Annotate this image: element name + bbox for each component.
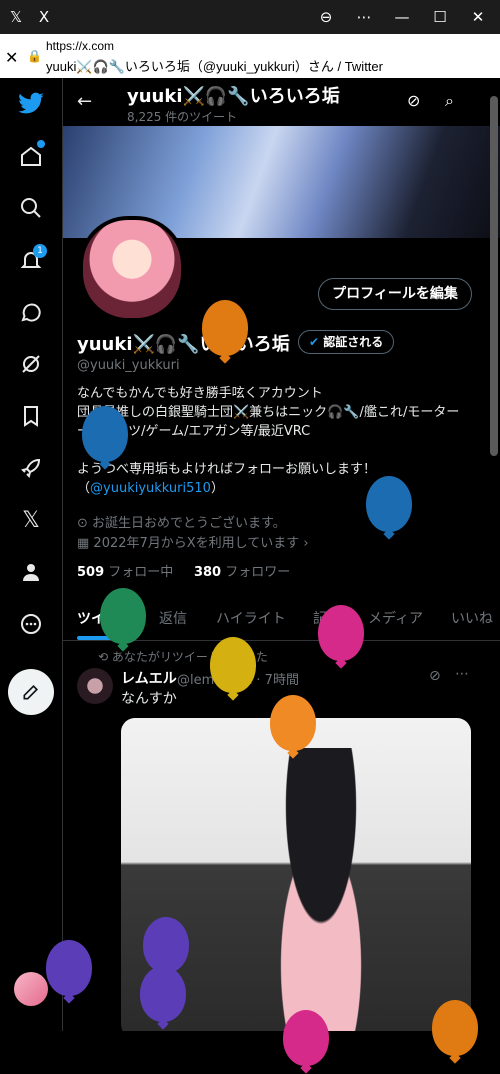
tweet-more-icon[interactable]: ⋯ [455, 666, 469, 682]
verified-label: 認証される [323, 335, 384, 349]
edit-profile-button[interactable]: プロフィールを編集 [318, 278, 472, 310]
bio-line: ようつべ専用垢もよければフォローお願いします！ [77, 462, 377, 477]
following-link[interactable]: 509 フォロー中 [77, 565, 173, 580]
tweet-text: なんすか [121, 691, 177, 707]
profile-avatar[interactable] [79, 216, 185, 322]
maximize-button[interactable]: ☐ [428, 5, 452, 29]
lock-icon: 🔒 [27, 49, 42, 63]
close-button[interactable]: ✕ [466, 5, 490, 29]
profile-handle: @yuuki_yukkuri [77, 358, 180, 373]
tweet-author-name[interactable]: レムエル [121, 668, 177, 688]
zoom-icon[interactable]: ⊖ [314, 5, 338, 29]
balloon-decoration [270, 695, 316, 751]
bio-line: なんでもかんでも好き勝手呟くアカウント [77, 386, 323, 401]
verified-badge[interactable]: ✔ 認証される [298, 330, 395, 354]
birthday-line: ⊙ お誕生日おめでとうございます。 [77, 512, 286, 531]
close-icon[interactable]: ✕ [5, 48, 18, 67]
scrollbar[interactable] [490, 96, 498, 456]
x-premium-icon[interactable]: 𝕏 [15, 504, 47, 536]
more-options-icon[interactable] [15, 608, 47, 640]
tweet-count: 8,225 件のツイート [127, 110, 238, 124]
tab-media[interactable]: メディア [368, 608, 423, 628]
retweet-icon: ⟲ [98, 650, 112, 664]
tab-highlights[interactable]: ハイライト [216, 608, 286, 628]
compose-icon [23, 684, 39, 700]
url-text[interactable]: https://x.com [46, 39, 114, 53]
notification-badge: 1 [33, 244, 47, 258]
minimize-button[interactable]: — [390, 5, 414, 29]
balloon-decoration [82, 406, 128, 462]
app-letter: X [38, 8, 50, 26]
more-icon[interactable]: ⋯ [352, 5, 376, 29]
balloon-decoration [432, 1000, 478, 1056]
followers-label: フォロワー [225, 565, 291, 580]
search-header-icon[interactable]: ⌕ [445, 91, 454, 111]
bio-link-line: （@yuukiyukkuri510） [77, 481, 224, 496]
balloon-decoration [143, 917, 189, 973]
balloon-decoration [140, 966, 186, 1022]
balloon-decoration [283, 1010, 329, 1066]
search-icon[interactable] [15, 192, 47, 224]
profile-name: yuuki⚔️🎧🔧いろいろ垢 [77, 334, 290, 355]
tweet-grok-icon[interactable]: ⊘ [429, 668, 441, 684]
balloon-decoration [366, 476, 412, 532]
header-name: yuuki⚔️🎧🔧いろいろ垢 [127, 86, 340, 107]
x-logo-icon: 𝕏 [9, 8, 23, 26]
tweet-author-avatar[interactable] [77, 668, 113, 704]
joined-text: 2022年7月からXを利用しています [93, 536, 300, 551]
unread-dot [37, 140, 45, 148]
profile-header: ← yuuki⚔️🎧🔧いろいろ垢 8,225 件のツイート ⊘ ⌕ [63, 78, 500, 126]
calendar-icon: ▦ [77, 536, 94, 551]
following-label: フォロー中 [108, 565, 174, 580]
chevron-right-icon[interactable]: › [299, 536, 308, 551]
notifications-icon[interactable]: 1 [15, 244, 47, 276]
tab-replies[interactable]: 返信 [159, 608, 187, 628]
bio-line [77, 441, 497, 460]
tab-likes[interactable]: いいね [451, 608, 493, 628]
bookmarks-icon[interactable] [15, 400, 47, 432]
bio-line: 団長最推しの白銀聖騎士団⚔️兼ちはニック🎧🔧/艦これ/モーター [77, 405, 460, 420]
joined-line: ▦ 2022年7月からXを利用しています › [77, 532, 309, 551]
rocket-icon[interactable] [15, 452, 47, 484]
birthday-text: お誕生日おめでとうございます。 [92, 516, 286, 531]
followers-count: 380 [193, 565, 222, 580]
profile-icon[interactable] [15, 556, 47, 588]
grok-icon[interactable] [15, 348, 47, 380]
character-figure [251, 748, 391, 1031]
account-avatar[interactable] [14, 972, 48, 1006]
compose-button[interactable] [8, 669, 54, 715]
profile-bio: なんでもかんでも好き勝手呟くアカウント 団長最推しの白銀聖騎士団⚔️兼ちはニック… [77, 384, 497, 498]
window-titlebar: 𝕏 X ⊖ ⋯ — ☐ ✕ [0, 0, 500, 34]
follow-stats: 509 フォロー中 380 フォロワー [77, 561, 290, 580]
page-title: yuuki⚔️🎧🔧いろいろ垢（@yuuki_yukkuri）さん / Twitt… [46, 59, 383, 74]
grok-header-icon[interactable]: ⊘ [407, 91, 420, 110]
followers-link[interactable]: 380 フォロワー [194, 565, 290, 580]
balloon-decoration [210, 637, 256, 693]
back-arrow-icon[interactable]: ← [77, 91, 92, 112]
profile-main: ← yuuki⚔️🎧🔧いろいろ垢 8,225 件のツイート ⊘ ⌕ プロフィール… [63, 78, 500, 1031]
balloon-decoration [100, 588, 146, 644]
address-bar: ✕ 🔒 https://x.com yuuki⚔️🎧🔧いろいろ垢（@yuuki_… [0, 34, 500, 78]
balloon-decoration [202, 300, 248, 356]
following-count: 509 [77, 565, 105, 580]
bio-link[interactable]: @yuukiyukkuri510 [90, 481, 211, 496]
messages-icon[interactable] [15, 296, 47, 328]
bio-line: ースポーツ/ゲーム/エアガン等/最近VRC [77, 424, 311, 439]
twitter-bird-icon[interactable] [15, 88, 47, 120]
balloon-decoration [46, 940, 92, 996]
sidebar: 1 𝕏 [0, 78, 63, 1031]
balloon-icon: ⊙ [77, 516, 93, 531]
home-icon[interactable] [15, 140, 47, 172]
balloon-decoration [318, 605, 364, 661]
